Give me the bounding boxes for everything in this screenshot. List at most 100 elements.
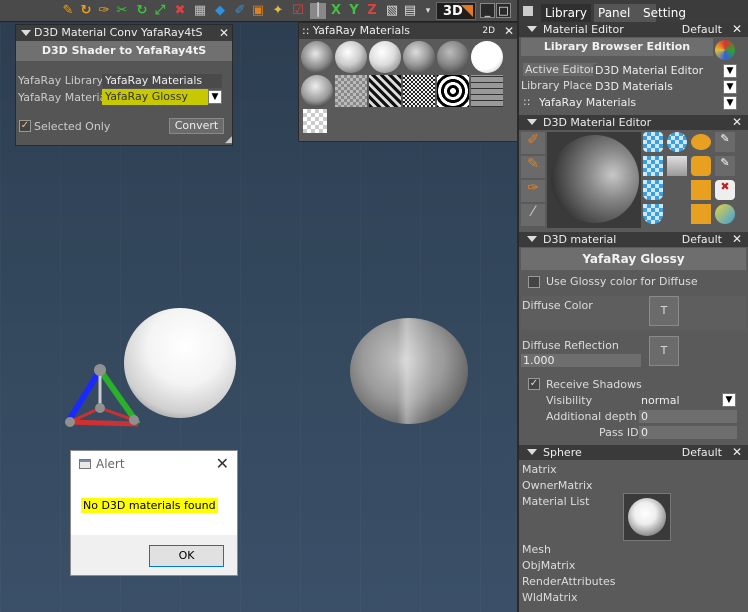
- receive-shadows-checkbox[interactable]: ✓: [528, 378, 540, 390]
- disc-icon[interactable]: [691, 134, 711, 150]
- sphere-item-matrix[interactable]: Matrix: [522, 463, 557, 476]
- close-icon[interactable]: ✕: [216, 454, 229, 473]
- render-icon[interactable]: ▣: [250, 3, 266, 19]
- pick-icon[interactable]: ✎: [60, 3, 76, 19]
- chevron-down-icon[interactable]: ▼: [208, 90, 222, 104]
- texture-thumb[interactable]: [335, 75, 367, 107]
- pass-id-field[interactable]: 0: [639, 426, 737, 439]
- cylinder-icon[interactable]: [691, 156, 711, 176]
- eyedropper-tool-icon[interactable]: ✑: [521, 180, 545, 202]
- collapse-arrow-icon[interactable]: [21, 30, 31, 36]
- collapse-arrow-icon[interactable]: [527, 119, 537, 125]
- material-thumb[interactable]: [369, 41, 401, 73]
- material-select[interactable]: YafaRay Glossy: [102, 89, 208, 105]
- close-icon[interactable]: ✕: [504, 23, 514, 39]
- chevron-down-icon[interactable]: ▼: [722, 393, 736, 407]
- material-thumb[interactable]: [403, 41, 435, 73]
- convert-button[interactable]: Convert: [169, 118, 224, 134]
- texture-thumb[interactable]: [369, 75, 401, 107]
- special-icon[interactable]: ✖: [715, 180, 735, 200]
- active-editor-field[interactable]: D3D Material Editor: [593, 64, 721, 77]
- tab-library[interactable]: Library: [541, 4, 591, 22]
- panel-title-bar[interactable]: D3D Material Conv YafaRay4tS ✕: [16, 25, 232, 41]
- chevron-down-icon[interactable]: ▼: [723, 80, 737, 94]
- view-mode-button[interactable]: 3D: [436, 2, 476, 20]
- sphere-item-render-attributes[interactable]: RenderAttributes: [522, 575, 615, 588]
- additional-depth-field[interactable]: 0: [639, 410, 737, 423]
- tool-icon[interactable]: ✂: [114, 3, 130, 19]
- use-glossy-checkbox[interactable]: [528, 276, 540, 288]
- texture-thumb[interactable]: [437, 75, 469, 107]
- sphere-icon[interactable]: [667, 132, 687, 152]
- collapse-arrow-icon[interactable]: [527, 236, 537, 242]
- palette-icon[interactable]: [715, 40, 735, 60]
- grid-icon[interactable]: ▧: [384, 3, 400, 19]
- z-axis-icon[interactable]: Z: [364, 3, 380, 19]
- library-places-field[interactable]: D3D Materials: [593, 80, 721, 93]
- close-icon[interactable]: ✕: [219, 25, 229, 41]
- y-axis-icon[interactable]: Y: [346, 3, 362, 19]
- diffuse-reflection-field[interactable]: 1.000: [521, 354, 641, 367]
- close-icon[interactable]: ✕: [732, 22, 742, 37]
- select-icon[interactable]: ✑: [96, 3, 112, 19]
- brush-tool-icon[interactable]: ✐: [521, 132, 545, 154]
- panel-title-bar[interactable]: :: YafaRay Materials 2D ✕: [299, 23, 517, 39]
- gray-sphere[interactable]: [350, 318, 468, 424]
- sphere-item-mesh[interactable]: Mesh: [522, 543, 551, 556]
- ok-button[interactable]: OK: [149, 545, 224, 567]
- delete-icon[interactable]: ✖: [172, 3, 188, 19]
- close-icon[interactable]: ✕: [732, 115, 742, 130]
- diffuse-reflection-texture-button[interactable]: T: [649, 336, 679, 366]
- mode-badge[interactable]: 2D: [482, 23, 495, 39]
- material-list-thumb[interactable]: [623, 493, 671, 541]
- visibility-select[interactable]: normal: [639, 394, 721, 407]
- drag-handle-icon[interactable]: ::: [523, 95, 530, 108]
- library-field[interactable]: YafaRay Materials: [537, 96, 721, 109]
- default-label[interactable]: Default: [682, 232, 722, 247]
- close-icon[interactable]: ✕: [732, 232, 742, 247]
- stroke-icon[interactable]: ✎: [715, 132, 735, 152]
- check-icon[interactable]: ☑: [290, 3, 306, 19]
- pipe-icon[interactable]: ⏐: [310, 3, 326, 19]
- material-thumb[interactable]: [437, 41, 469, 73]
- sphere-item-owner-matrix[interactable]: OwnerMatrix: [522, 479, 593, 492]
- material-icon[interactable]: ▦: [192, 3, 208, 19]
- material-thumb[interactable]: [301, 41, 333, 73]
- maximize-button[interactable]: □: [496, 3, 511, 18]
- selected-only-checkbox[interactable]: ✓: [19, 120, 31, 132]
- dropdown-icon[interactable]: ▾: [420, 3, 436, 19]
- diffuse-color-texture-button[interactable]: T: [649, 296, 679, 326]
- view-icon[interactable]: ▤: [402, 3, 418, 19]
- camera-icon[interactable]: ✦: [270, 3, 286, 19]
- default-label[interactable]: Default: [682, 22, 722, 37]
- library-field[interactable]: YafaRay Materials: [102, 74, 222, 88]
- default-label[interactable]: Default: [682, 445, 722, 460]
- paint-icon[interactable]: ◆: [212, 3, 228, 19]
- sphere-item-wld-matrix[interactable]: WldMatrix: [522, 591, 578, 604]
- side-pin-icon[interactable]: [523, 6, 533, 16]
- box-icon[interactable]: [691, 180, 711, 200]
- cube-orange-icon[interactable]: [691, 204, 711, 224]
- sphere-mixed-icon[interactable]: [715, 204, 735, 224]
- texture-thumb[interactable]: [403, 75, 435, 107]
- tab-setting[interactable]: Setting: [639, 4, 699, 22]
- wedge-icon[interactable]: [643, 156, 663, 176]
- material-editor-title[interactable]: Material Editor Default ✕: [519, 22, 748, 37]
- chevron-down-icon[interactable]: ▼: [723, 64, 737, 78]
- brush-icon[interactable]: ✐: [232, 3, 248, 19]
- x-axis-icon[interactable]: X: [328, 3, 344, 19]
- material-preview-sphere[interactable]: [547, 132, 641, 228]
- material-thumb[interactable]: [335, 41, 367, 73]
- shield-icon[interactable]: [643, 204, 663, 224]
- material-thumb[interactable]: [301, 75, 333, 107]
- sphere-title[interactable]: Sphere Default ✕: [519, 445, 748, 460]
- alert-title-bar[interactable]: Alert ✕: [71, 451, 237, 477]
- transform-gizmo[interactable]: [58, 358, 150, 442]
- rotate-icon[interactable]: ↻: [78, 3, 94, 19]
- resize-grip-icon[interactable]: ◢: [225, 135, 232, 145]
- close-icon[interactable]: ✕: [732, 445, 742, 460]
- knife-tool-icon[interactable]: ⁄: [521, 204, 545, 226]
- move-icon[interactable]: ↻: [134, 3, 150, 19]
- pencil-icon[interactable]: ✎: [715, 156, 735, 176]
- cup-icon[interactable]: [643, 180, 663, 200]
